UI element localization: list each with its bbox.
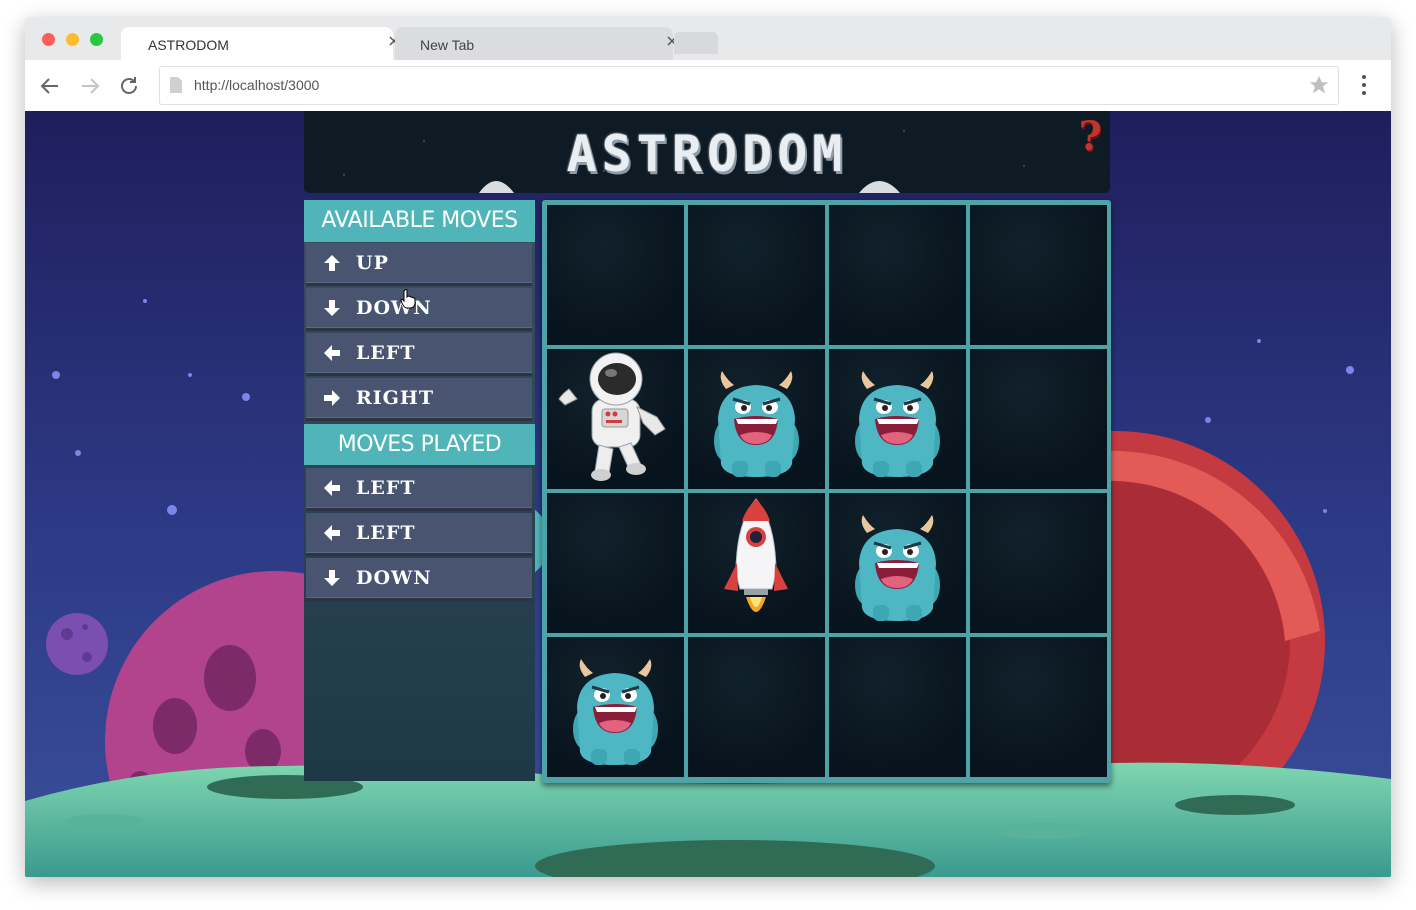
address-bar[interactable]: http://localhost/3000 — [159, 66, 1339, 105]
astronaut-icon — [558, 352, 666, 481]
board-cell — [970, 349, 1107, 489]
moves-panel: AVAILABLE MOVES UP DOWN LEFT RIGHT MOVES… — [304, 200, 535, 781]
played-move-item: DOWN — [306, 558, 532, 601]
arrow-left-icon — [324, 345, 340, 361]
move-label: LEFT — [356, 522, 416, 544]
move-label: LEFT — [356, 342, 416, 364]
new-tab-button[interactable] — [674, 32, 718, 54]
more-menu-icon[interactable] — [1359, 73, 1369, 97]
move-left-button[interactable]: LEFT — [306, 333, 532, 376]
board-cell — [547, 349, 684, 489]
board-cell — [829, 637, 966, 777]
forward-arrow-icon[interactable] — [78, 74, 102, 98]
move-down-button[interactable]: DOWN — [306, 288, 532, 331]
page-icon — [170, 77, 182, 93]
minimize-window-button[interactable] — [66, 33, 79, 46]
game-board — [542, 200, 1111, 783]
board-cell — [688, 205, 825, 345]
browser-window: ASTRODOM New Tab http://localhost/3000 A… — [25, 17, 1391, 877]
tab-title: New Tab — [420, 37, 475, 53]
hand-cursor-icon — [400, 289, 416, 309]
move-label: UP — [356, 252, 389, 274]
rocket-icon — [724, 498, 788, 612]
board-cell — [829, 493, 966, 633]
game-logo: ASTRODOM — [566, 125, 848, 183]
board-cell — [547, 637, 684, 777]
played-move-item: LEFT — [306, 513, 532, 556]
monster-icon — [573, 659, 658, 765]
move-label: DOWN — [356, 567, 432, 589]
move-label: LEFT — [356, 477, 416, 499]
tab-title: ASTRODOM — [148, 37, 229, 53]
move-up-button[interactable]: UP — [306, 243, 532, 286]
tab-astrodom[interactable]: ASTRODOM — [121, 27, 399, 60]
move-label: DOWN — [356, 297, 432, 319]
board-cell — [970, 637, 1107, 777]
moves-played-header: MOVES PLAYED — [304, 424, 535, 465]
reload-icon[interactable] — [117, 74, 141, 98]
game-header: ASTRODOM ? — [304, 111, 1110, 193]
monster-icon — [855, 371, 940, 477]
tab-new-tab[interactable]: New Tab — [395, 27, 677, 60]
tab-bar: ASTRODOM New Tab — [25, 17, 1391, 60]
arrow-down-icon — [324, 570, 340, 586]
board-cell — [547, 205, 684, 345]
board-grid — [547, 205, 1107, 778]
arrow-up-icon — [324, 255, 340, 271]
move-right-button[interactable]: RIGHT — [306, 378, 532, 421]
board-cell — [688, 637, 825, 777]
move-label: RIGHT — [356, 387, 434, 409]
bookmark-star-icon[interactable] — [1308, 74, 1330, 96]
arrow-down-icon — [324, 300, 340, 316]
close-window-button[interactable] — [42, 33, 55, 46]
arrow-left-icon — [324, 525, 340, 541]
board-cell — [970, 205, 1107, 345]
played-move-item: LEFT — [306, 468, 532, 511]
board-cell — [688, 493, 825, 633]
page-viewport: ASTRODOM ? AVAILABLE MOVES UP DOWN LEFT … — [25, 111, 1391, 877]
board-cell — [970, 493, 1107, 633]
monster-icon — [714, 371, 799, 477]
board-cell — [829, 349, 966, 489]
board-cell — [547, 493, 684, 633]
arrow-left-icon — [324, 480, 340, 496]
arrow-right-icon — [324, 390, 340, 406]
browser-toolbar: http://localhost/3000 — [25, 60, 1391, 112]
help-button[interactable]: ? — [1079, 113, 1102, 160]
url-text: http://localhost/3000 — [194, 77, 320, 93]
maximize-window-button[interactable] — [90, 33, 103, 46]
available-moves-header: AVAILABLE MOVES — [304, 200, 535, 242]
back-arrow-icon[interactable] — [38, 74, 62, 98]
board-cell — [688, 349, 825, 489]
board-cell — [829, 205, 966, 345]
monster-icon — [855, 515, 940, 621]
